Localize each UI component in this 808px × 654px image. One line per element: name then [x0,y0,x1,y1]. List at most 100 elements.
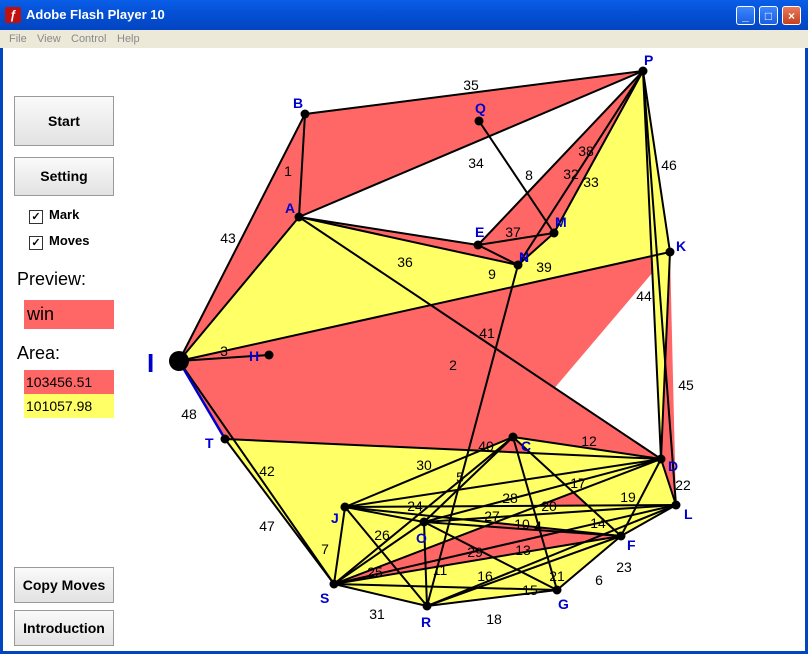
edge-number: 43 [220,230,236,246]
vertex-H[interactable] [264,350,274,360]
edge-number: 19 [620,489,636,505]
vertex-R[interactable] [422,601,432,611]
edge-number: 41 [479,325,495,341]
edge-number: 47 [259,518,275,534]
moves-checkbox-box[interactable]: ✓ [29,236,43,250]
edge-number: 2 [449,357,457,373]
edge-number: 9 [488,266,496,282]
vertex-label-P: P [644,52,653,68]
vertex-label-K: K [676,238,686,254]
edge-number: 44 [636,288,652,304]
vertex-label-F: F [627,537,636,553]
vertex-I[interactable] [169,351,189,371]
edge-number: 35 [463,77,479,93]
edge-number: 45 [678,377,694,393]
edge-number: 34 [468,155,484,171]
vertex-T[interactable] [220,434,230,444]
vertex-K[interactable] [665,247,675,257]
edge-number: 22 [675,477,691,493]
edge-number: 29 [467,544,483,560]
cursor-marker: I [147,348,154,378]
vertex-E[interactable] [473,240,483,250]
vertex-F[interactable] [616,531,626,541]
vertex-C[interactable] [508,432,518,442]
vertex-label-T: T [205,435,214,451]
copy-moves-button[interactable]: Copy Moves [14,567,114,603]
edge-number: 12 [581,433,597,449]
mark-checkbox-label: Mark [49,207,80,222]
start-button[interactable]: Start [14,96,114,146]
vertex-Q[interactable] [474,116,484,126]
edge-number: 25 [367,564,383,580]
edge-number: 1 [284,163,292,179]
edge-number: 6 [595,572,603,588]
vertex-label-C: C [521,438,531,454]
edge-number: 14 [590,515,606,531]
vertex-label-M: M [555,214,567,230]
edge-number: 16 [477,568,493,584]
area-label: Area: [17,343,61,363]
edge-number: 36 [397,254,413,270]
edge-number: 31 [369,606,385,622]
vertex-label-S: S [320,590,329,606]
vertex-A[interactable] [294,212,304,222]
edge-number: 8 [525,167,533,183]
vertex-S[interactable] [329,579,339,589]
edge-number: 30 [416,457,432,473]
edge-number: 13 [515,542,531,558]
mark-checkbox[interactable]: ✓ Mark [29,207,79,224]
edge-number: 24 [407,498,423,514]
vertex-D[interactable] [656,454,666,464]
edge-number: 4 [534,518,542,534]
area-yellow-value: 101057.98 [24,394,114,418]
edge-number: 40 [478,438,494,454]
vertex-label-R: R [421,614,431,630]
edge-number: 10 [514,516,530,532]
edge-number: 46 [661,157,677,173]
vertex-label-E: E [475,224,484,240]
vertex-label-O: O [416,530,427,546]
vertex-label-B: B [293,95,303,111]
vertex-label-H: H [249,348,259,364]
edge-number: 17 [570,475,586,491]
vertex-O[interactable] [419,517,429,527]
area-red-value: 103456.51 [24,370,114,394]
edge-number: 32 [563,166,579,182]
edge-number: 26 [374,527,390,543]
edge-number: 21 [549,568,565,584]
edge-number: 20 [541,498,557,514]
edge-number: 48 [181,406,197,422]
vertex-label-D: D [668,458,678,474]
preview-label: Preview: [17,269,87,289]
preview-value: win [24,300,114,329]
edge-number: 27 [484,508,500,524]
mark-checkbox-box[interactable]: ✓ [29,210,43,224]
edge-number: 23 [616,559,632,575]
edge-number: 18 [486,611,502,627]
vertex-label-A: A [285,200,295,216]
vertex-label-Q: Q [475,100,486,116]
edge-number: 33 [583,174,599,190]
edge-number: 38 [578,143,594,159]
vertex-J[interactable] [340,502,350,512]
edge-number: 11 [433,562,448,578]
vertex-L[interactable] [671,500,681,510]
edge-number: 7 [321,541,329,557]
edge-number: 3 [220,343,228,359]
setting-button[interactable]: Setting [14,157,114,196]
vertex-label-J: J [331,510,339,526]
edge-number: 39 [536,259,552,275]
moves-checkbox[interactable]: ✓ Moves [29,233,89,250]
edge-number: 37 [505,224,521,240]
game-board[interactable]: BPQAEMNKHT CDLJO FSRG351 3483832 334643 37369… [0,0,808,654]
edge-number: 15 [522,582,538,598]
edge-number: 5 [456,469,464,485]
edge-number: 28 [502,490,518,506]
vertex-G[interactable] [552,585,562,595]
moves-checkbox-label: Moves [49,233,90,248]
vertex-label-N: N [519,249,529,265]
edge-number: 42 [259,463,275,479]
vertex-label-L: L [684,506,693,522]
vertex-label-G: G [558,596,569,612]
introduction-button[interactable]: Introduction [14,610,114,646]
